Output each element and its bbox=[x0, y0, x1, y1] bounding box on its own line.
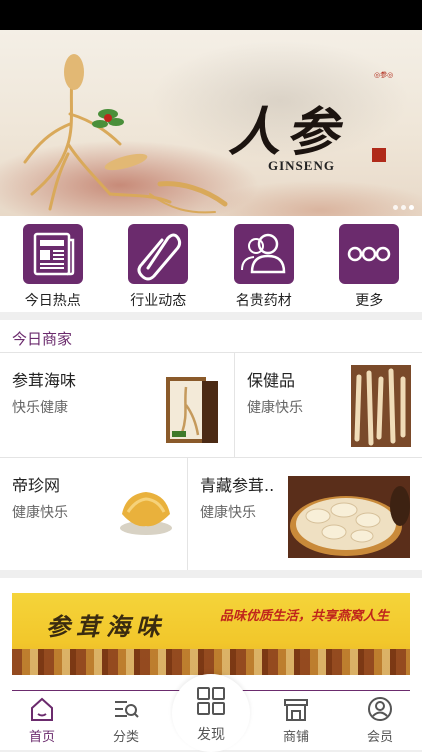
pager-dot-active[interactable] bbox=[409, 205, 414, 210]
home-icon bbox=[29, 696, 55, 722]
pager-dot[interactable] bbox=[401, 205, 406, 210]
merchant-name: 保健品 bbox=[247, 367, 295, 391]
tab-label: 首页 bbox=[29, 726, 55, 745]
merchant-slogan: 健康快乐 bbox=[200, 502, 256, 522]
newspaper-icon bbox=[23, 224, 83, 284]
tab-label: 发现 bbox=[197, 724, 225, 744]
people-icon bbox=[234, 224, 294, 284]
ad-title: 参茸海味 bbox=[46, 607, 166, 642]
hero-banner[interactable]: ◎参◎ 人参 GINSENG bbox=[0, 30, 422, 216]
banner-pager[interactable] bbox=[393, 205, 414, 210]
tab-member[interactable]: 会员 bbox=[338, 696, 422, 748]
category-item-hot-news[interactable]: 今日热点 bbox=[0, 216, 106, 312]
ginseng-roots-image bbox=[351, 365, 411, 447]
pager-dot[interactable] bbox=[393, 205, 398, 210]
tab-home[interactable]: 首页 bbox=[0, 696, 84, 748]
shop-icon bbox=[283, 696, 309, 722]
user-icon bbox=[367, 696, 393, 722]
tab-label: 商铺 bbox=[283, 726, 309, 745]
category-item-precious-herbs[interactable]: 名贵药材 bbox=[211, 216, 317, 312]
banner-seal bbox=[372, 148, 386, 162]
ad-products-image bbox=[12, 649, 410, 675]
bird-nest-image bbox=[116, 484, 174, 538]
merchant-slogan: 快乐健康 bbox=[12, 397, 68, 417]
merchant-name: 参茸海味 bbox=[12, 367, 76, 391]
category-item-more[interactable]: 更多 bbox=[317, 216, 422, 312]
category-label: 今日热点 bbox=[25, 290, 81, 310]
more-dots-icon bbox=[339, 224, 399, 284]
merchants-section: 今日商家 参茸海味 快乐健康 保健品 健康快乐 帝珍网 健康快乐 bbox=[0, 320, 422, 570]
tab-label: 会员 bbox=[367, 726, 393, 745]
category-item-industry-news[interactable]: 行业动态 bbox=[106, 216, 212, 312]
tab-category[interactable]: 分类 bbox=[84, 696, 168, 748]
paperclip-icon bbox=[128, 224, 188, 284]
tab-discover[interactable]: 发现 bbox=[172, 686, 250, 744]
ginseng-box-image bbox=[164, 375, 220, 445]
banner-logo: ◎参◎ bbox=[374, 70, 393, 80]
category-label: 名贵药材 bbox=[236, 290, 292, 310]
merchant-slogan: 健康快乐 bbox=[12, 502, 68, 522]
banner-title: 人参 bbox=[228, 90, 344, 165]
merchant-card[interactable]: 保健品 健康快乐 bbox=[235, 353, 422, 457]
ad-banner[interactable]: 参茸海味 品味优质生活，共享燕窝人生 bbox=[12, 593, 410, 675]
ad-slogan: 品味优质生活，共享燕窝人生 bbox=[220, 605, 389, 624]
merchant-name: 帝珍网 bbox=[12, 472, 60, 496]
tab-label: 分类 bbox=[113, 726, 139, 745]
section-title: 今日商家 bbox=[12, 328, 72, 349]
category-label: 更多 bbox=[355, 290, 383, 310]
category-grid: 今日热点 行业动态 名贵药材 更多 bbox=[0, 216, 422, 312]
banner-subtitle: GINSENG bbox=[268, 158, 335, 174]
merchant-card[interactable]: 青藏参茸.. 健康快乐 bbox=[188, 458, 422, 570]
ginseng-illustration bbox=[10, 44, 230, 214]
merchant-card[interactable]: 参茸海味 快乐健康 bbox=[0, 353, 234, 457]
sliced-ginseng-image bbox=[288, 476, 410, 558]
category-label: 行业动态 bbox=[130, 290, 186, 310]
tab-shop[interactable]: 商铺 bbox=[254, 696, 338, 748]
category-search-icon bbox=[113, 696, 139, 722]
grid-icon bbox=[196, 686, 226, 716]
merchant-name: 青藏参茸.. bbox=[200, 472, 274, 496]
merchant-slogan: 健康快乐 bbox=[247, 397, 303, 417]
merchant-card[interactable]: 帝珍网 健康快乐 bbox=[0, 458, 187, 570]
status-bar bbox=[0, 0, 422, 30]
